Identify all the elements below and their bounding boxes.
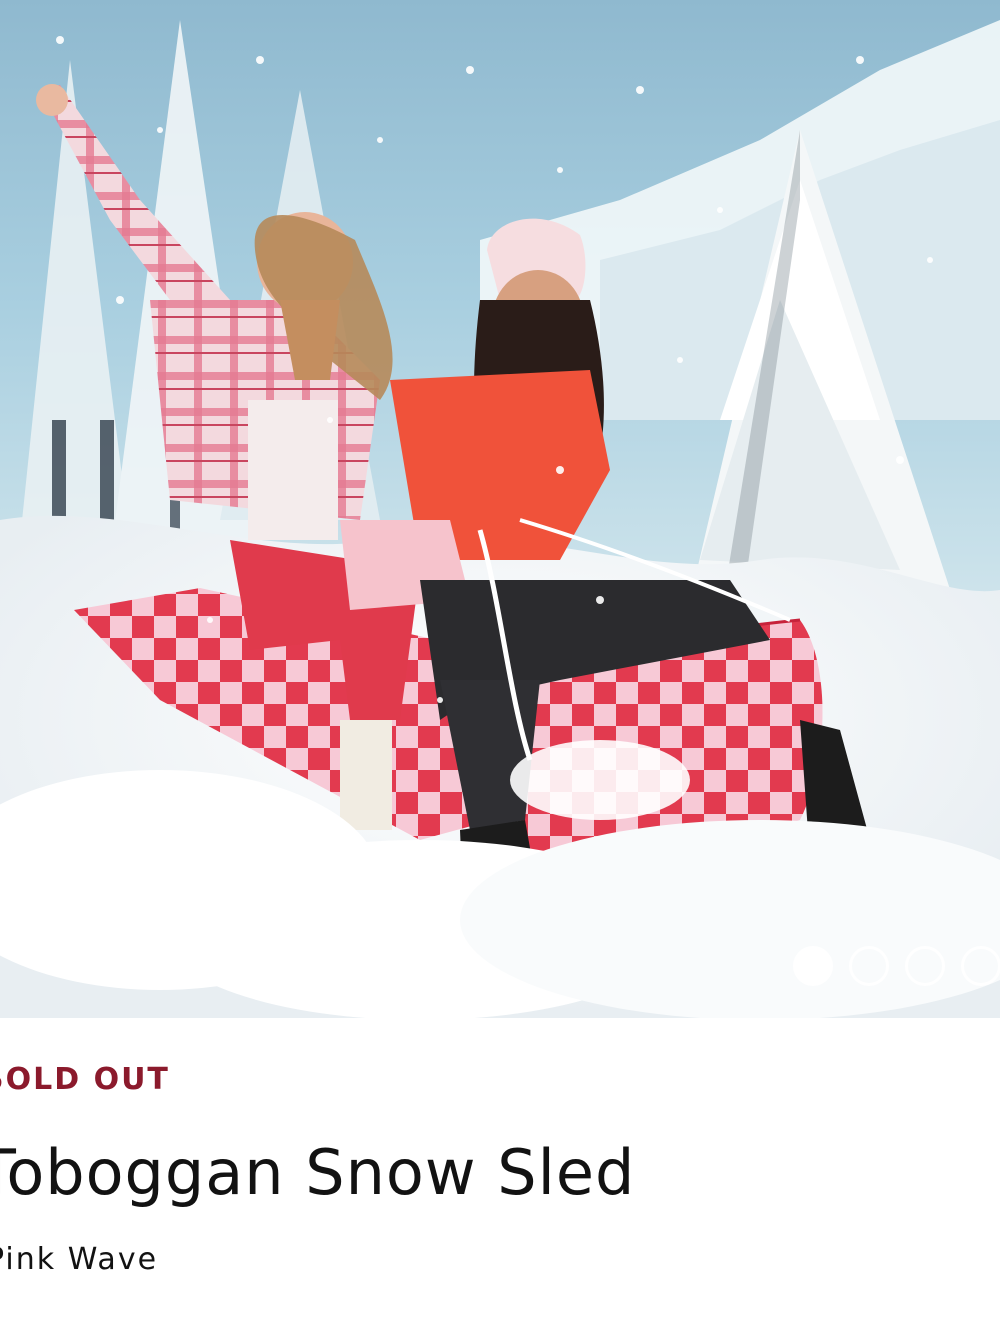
- product-variant: Pink Wave: [0, 1242, 159, 1277]
- product-image-carousel[interactable]: [0, 0, 1000, 1018]
- carousel-dot-2[interactable]: [849, 946, 889, 986]
- carousel-dot-3[interactable]: [905, 946, 945, 986]
- sold-out-badge: SOLD OUT: [0, 1062, 170, 1097]
- carousel-dot-1[interactable]: [793, 946, 833, 986]
- carousel-dot-4[interactable]: [961, 946, 1000, 986]
- product-page: SOLD OUT Toboggan Snow Sled Pink Wave: [0, 0, 1000, 1333]
- product-photo: [0, 20, 1000, 1018]
- product-info: SOLD OUT Toboggan Snow Sled Pink Wave: [0, 1018, 1000, 1333]
- product-title: Toboggan Snow Sled: [0, 1136, 636, 1209]
- carousel-pagination: [793, 946, 1000, 986]
